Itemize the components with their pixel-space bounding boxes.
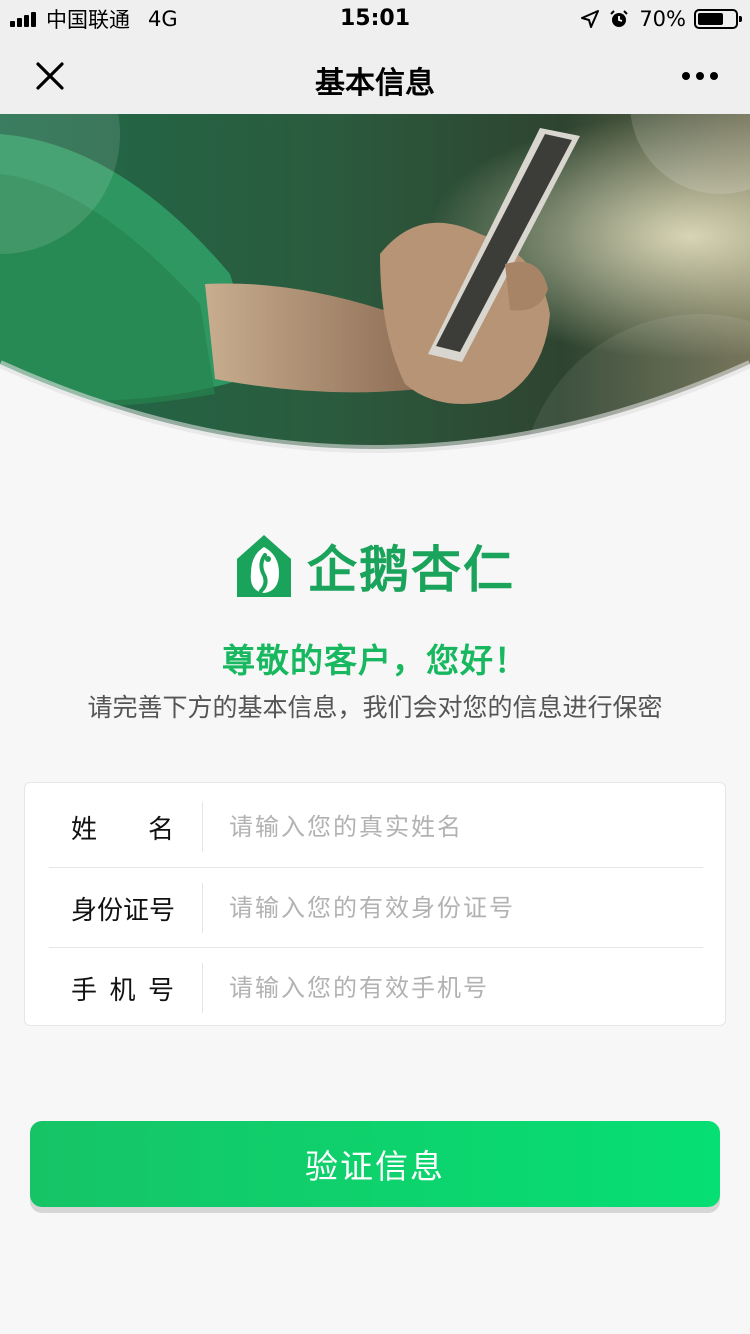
hero-banner-image — [0, 114, 750, 464]
hero-photo — [0, 114, 750, 453]
phone-input[interactable] — [203, 962, 703, 1014]
form-row-phone: 手 机 号 — [49, 947, 703, 1028]
more-dot — [696, 72, 704, 80]
brand-logo: 企鹅杏仁 — [0, 530, 750, 602]
phone-label-char: 手 — [71, 975, 98, 1006]
location-arrow-icon — [581, 10, 600, 28]
status-right: 70% — [581, 6, 742, 32]
phone-label-char: 机 — [109, 975, 136, 1006]
info-form: 姓 名 身份证号 手 机 号 — [24, 782, 726, 1026]
name-label-char: 姓 — [71, 814, 98, 845]
name-label: 姓 名 — [49, 802, 203, 852]
form-row-name: 姓 名 — [49, 787, 703, 867]
more-dots-icon — [682, 72, 690, 80]
greeting-subtitle: 请完善下方的基本信息，我们会对您的信息进行保密 — [87, 693, 663, 722]
battery-percent: 70% — [639, 7, 686, 31]
more-dot — [710, 72, 718, 80]
phone-label-char: 号 — [147, 975, 174, 1006]
greeting-title: 尊敬的客户，您好！ — [222, 641, 528, 680]
alarm-clock-icon — [610, 10, 629, 27]
verify-info-button[interactable]: 验证信息 — [30, 1121, 720, 1207]
name-input[interactable] — [203, 801, 703, 853]
penguin-house-logo-icon — [237, 535, 291, 597]
brand-name: 企鹅杏仁 — [307, 541, 515, 599]
name-label-char: 名 — [147, 814, 174, 845]
more-button[interactable] — [674, 52, 726, 100]
battery-level — [698, 13, 723, 25]
battery-cap — [739, 16, 742, 22]
battery-icon — [694, 9, 742, 29]
id-number-label: 身份证号 — [49, 883, 203, 933]
form-row-id: 身份证号 — [49, 867, 703, 948]
id-number-input[interactable] — [203, 882, 703, 934]
page-title: 基本信息 — [315, 66, 435, 101]
nav-bar: 基本信息 — [0, 38, 750, 114]
phone-label: 手 机 号 — [49, 963, 203, 1013]
status-bar: 中国联通 4G 15:01 70% — [0, 0, 750, 38]
